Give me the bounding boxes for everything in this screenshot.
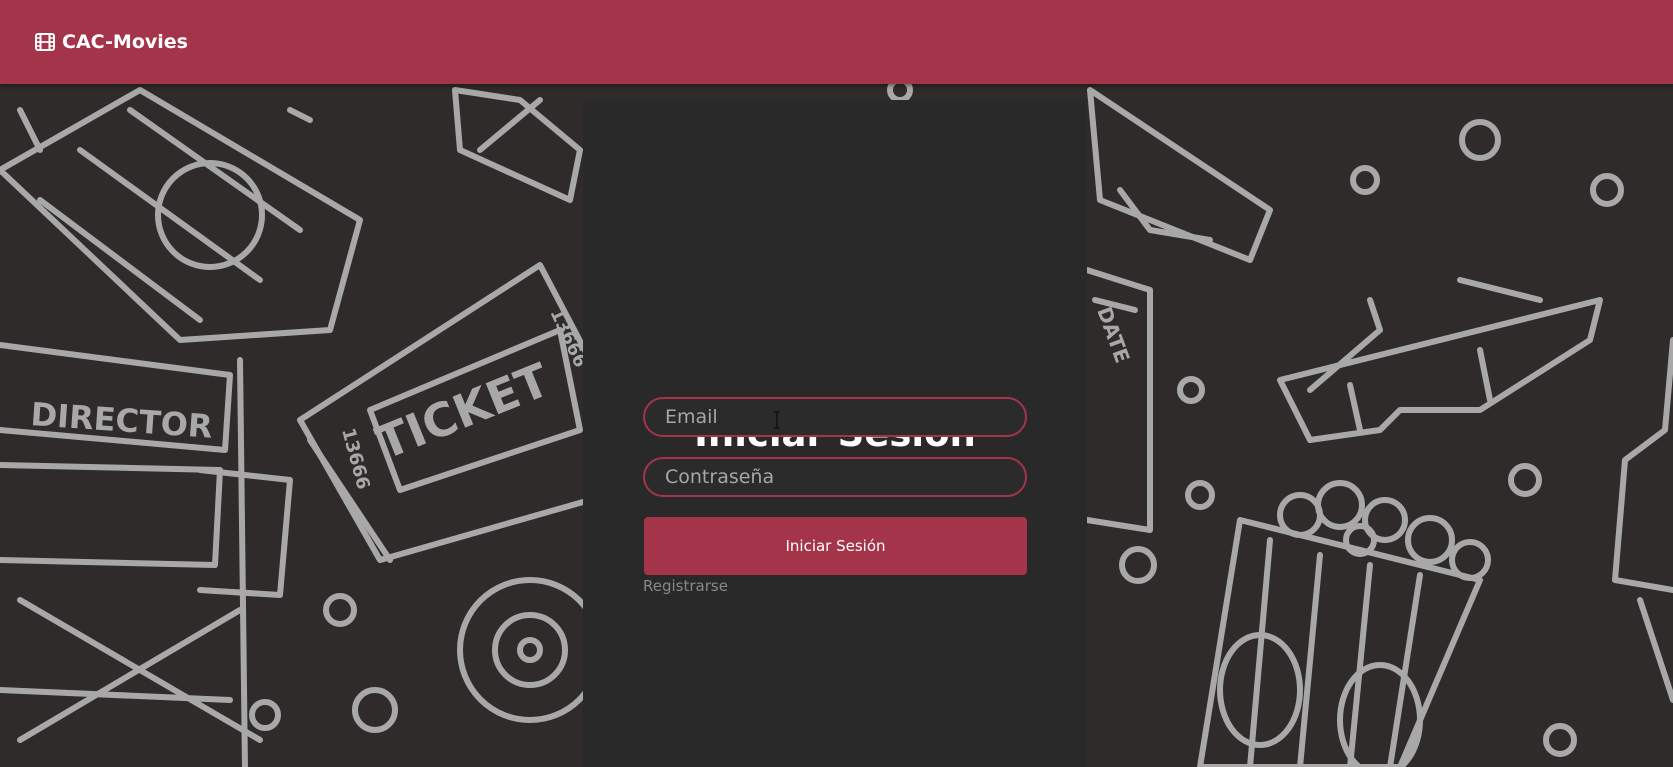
register-link[interactable]: Registrarse [643, 577, 728, 595]
password-input[interactable] [643, 457, 1027, 497]
date-text: DATE [1092, 304, 1134, 367]
glasses-top-doodle [452, 87, 583, 203]
director-text: DIRECTOR [29, 395, 213, 446]
login-button[interactable]: Iniciar Sesión [644, 517, 1027, 575]
film-reel-doodle [457, 577, 603, 723]
navbar: CAC-Movies [0, 0, 1673, 84]
megaphone-doodle [1087, 87, 1273, 263]
glasses-right-doodle [1277, 277, 1603, 443]
film-icon [35, 33, 55, 51]
popcorn-box-doodle [1197, 480, 1491, 767]
chair-right-doodle [1612, 337, 1673, 703]
brand-link[interactable]: CAC-Movies [35, 31, 188, 53]
email-input[interactable] [643, 397, 1027, 437]
soda-cup-doodle [0, 87, 363, 343]
brand-name: CAC-Movies [62, 31, 188, 53]
text-cursor-icon [774, 411, 780, 429]
ticket-number-bottom: 13666 [337, 426, 373, 492]
date-board-doodle [1084, 267, 1153, 533]
